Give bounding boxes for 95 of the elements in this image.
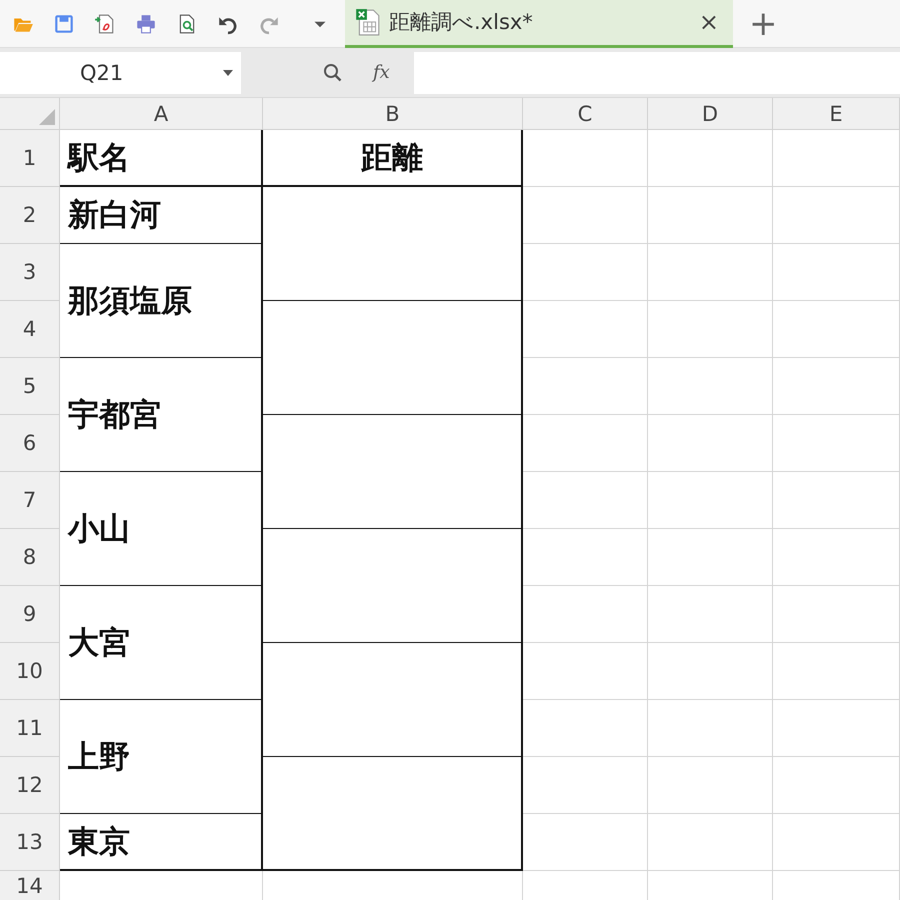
row-header[interactable]: 8 [0,529,60,586]
row-header[interactable]: 5 [0,358,60,415]
empty-cell[interactable] [523,814,648,871]
row-header[interactable]: 4 [0,301,60,358]
empty-cell[interactable] [523,529,648,586]
row-header[interactable]: 7 [0,472,60,529]
merged-cell[interactable] [263,757,523,871]
empty-cell[interactable] [773,529,900,586]
column-header[interactable]: D [648,98,773,130]
empty-cell[interactable] [523,358,648,415]
merged-cell[interactable] [263,529,523,643]
empty-cell[interactable] [648,358,773,415]
file-tab[interactable]: 距離調べ.xlsx* × [345,0,733,48]
new-tab-button[interactable]: + [745,6,782,40]
export-pdf-icon[interactable] [94,12,116,34]
function-button[interactable]: fx [369,62,394,83]
empty-cell[interactable] [648,757,773,814]
merged-cell[interactable]: 上野 [60,700,263,814]
merged-cell[interactable]: 大宮 [60,586,263,700]
dropdown-icon [223,70,233,76]
column-header[interactable]: A [60,98,263,130]
empty-cell[interactable] [648,814,773,871]
row-header[interactable]: 3 [0,244,60,301]
empty-cell[interactable] [773,187,900,244]
empty-cell[interactable] [523,130,648,187]
cell-text: 小山 [68,510,130,548]
merged-cell[interactable]: 宇都宮 [60,358,263,472]
spreadsheet-file-icon [355,8,381,36]
cell-text: 大宮 [68,624,130,662]
save-icon[interactable] [53,12,75,34]
empty-cell[interactable] [523,757,648,814]
print-icon[interactable] [135,12,157,34]
row-header[interactable]: 1 [0,130,60,187]
column-header[interactable]: E [773,98,900,130]
row-header[interactable]: 2 [0,187,60,244]
row-header[interactable]: 12 [0,757,60,814]
empty-cell[interactable] [773,586,900,643]
name-box[interactable]: Q21 [0,52,241,94]
empty-cell[interactable] [648,643,773,700]
merged-cell[interactable]: 距離 [263,130,523,187]
empty-cell[interactable] [523,586,648,643]
select-all-corner[interactable] [0,98,60,130]
empty-cell[interactable] [648,130,773,187]
row-header[interactable]: 10 [0,643,60,700]
empty-cell[interactable] [773,814,900,871]
empty-cell[interactable] [773,358,900,415]
merged-cell[interactable]: 新白河 [60,187,263,244]
merged-cell[interactable] [263,643,523,757]
merged-cell[interactable]: 那須塩原 [60,244,263,358]
empty-cell[interactable] [523,187,648,244]
empty-cell[interactable] [648,529,773,586]
row-header[interactable]: 11 [0,700,60,757]
merged-cell[interactable]: 小山 [60,472,263,586]
row-header[interactable]: 6 [0,415,60,472]
row-header[interactable]: 14 [0,871,60,900]
empty-cell[interactable] [773,643,900,700]
empty-cell[interactable] [648,244,773,301]
empty-cell[interactable] [648,586,773,643]
cell-text: 新白河 [68,196,161,235]
empty-cell[interactable] [648,301,773,358]
cell-text: 宇都宮 [68,396,161,434]
merged-cell[interactable]: 駅名 [60,130,263,187]
column-header[interactable]: B [263,98,523,130]
empty-cell[interactable] [773,130,900,187]
row-header[interactable]: 13 [0,814,60,871]
empty-cell[interactable] [523,415,648,472]
empty-cell[interactable] [523,643,648,700]
empty-cell[interactable] [773,757,900,814]
cell-text: 東京 [68,822,130,862]
cell-text: 駅名 [68,138,130,178]
row-header[interactable]: 9 [0,586,60,643]
empty-cell[interactable] [773,472,900,529]
empty-cell[interactable] [648,700,773,757]
empty-cell[interactable] [773,415,900,472]
empty-cell[interactable] [648,187,773,244]
column-header[interactable]: C [523,98,648,130]
zoom-icon[interactable] [323,62,343,82]
empty-cell[interactable] [648,415,773,472]
empty-cell[interactable] [523,244,648,301]
empty-cell[interactable] [773,301,900,358]
empty-cell[interactable] [773,700,900,757]
merged-cell[interactable] [263,415,523,529]
empty-cell[interactable] [523,301,648,358]
cell-text: 那須塩原 [68,282,192,320]
close-tab-button[interactable]: × [694,8,723,36]
select-all-icon[interactable] [39,109,55,125]
empty-cell[interactable] [523,472,648,529]
empty-cell[interactable] [773,244,900,301]
empty-cell[interactable] [648,472,773,529]
merged-cell[interactable]: 東京 [60,814,263,871]
empty-cell[interactable] [523,700,648,757]
cell-text: 上野 [68,738,130,776]
cell-text: 距離 [361,138,423,178]
merged-cell[interactable] [263,187,523,301]
merged-cell[interactable] [263,301,523,415]
